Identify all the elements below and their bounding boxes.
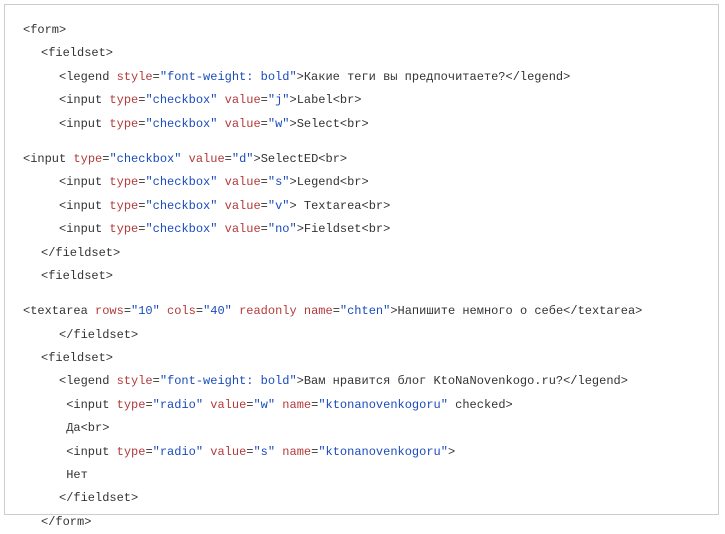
- code-line: <input type="checkbox" value="v"> Textar…: [23, 195, 700, 218]
- code-line: <fieldset>: [23, 347, 700, 370]
- code-line: <legend style="font-weight: bold">Вам нр…: [23, 370, 700, 393]
- code-line: </fieldset>: [23, 242, 700, 265]
- code-line: <input type="checkbox" value="s">Legend<…: [23, 171, 700, 194]
- code-line: </fieldset>: [23, 324, 700, 347]
- code-line: <input type="checkbox" value="w">Select<…: [23, 113, 700, 136]
- code-line: <fieldset>: [23, 42, 700, 65]
- code-line: </fieldset>: [23, 487, 700, 510]
- code-line: <input type="radio" value="w" name="kton…: [23, 394, 700, 417]
- code-line: Да<br>: [23, 417, 700, 440]
- code-line: <fieldset>: [23, 265, 700, 288]
- code-line: <input type="checkbox" value="j">Label<b…: [23, 89, 700, 112]
- code-line: <input type="radio" value="s" name="kton…: [23, 441, 700, 464]
- code-line: <input type="checkbox" value="d">SelectE…: [23, 148, 700, 171]
- code-line: <legend style="font-weight: bold">Какие …: [23, 66, 700, 89]
- code-line: <textarea rows="10" cols="40" readonly n…: [23, 300, 700, 323]
- code-line: </form>: [23, 511, 700, 534]
- code-line: <input type="checkbox" value="no">Fields…: [23, 218, 700, 241]
- code-line: <form>: [23, 19, 700, 42]
- code-snippet: <form> <fieldset> <legend style="font-we…: [4, 4, 719, 515]
- code-line: Нет: [23, 464, 700, 487]
